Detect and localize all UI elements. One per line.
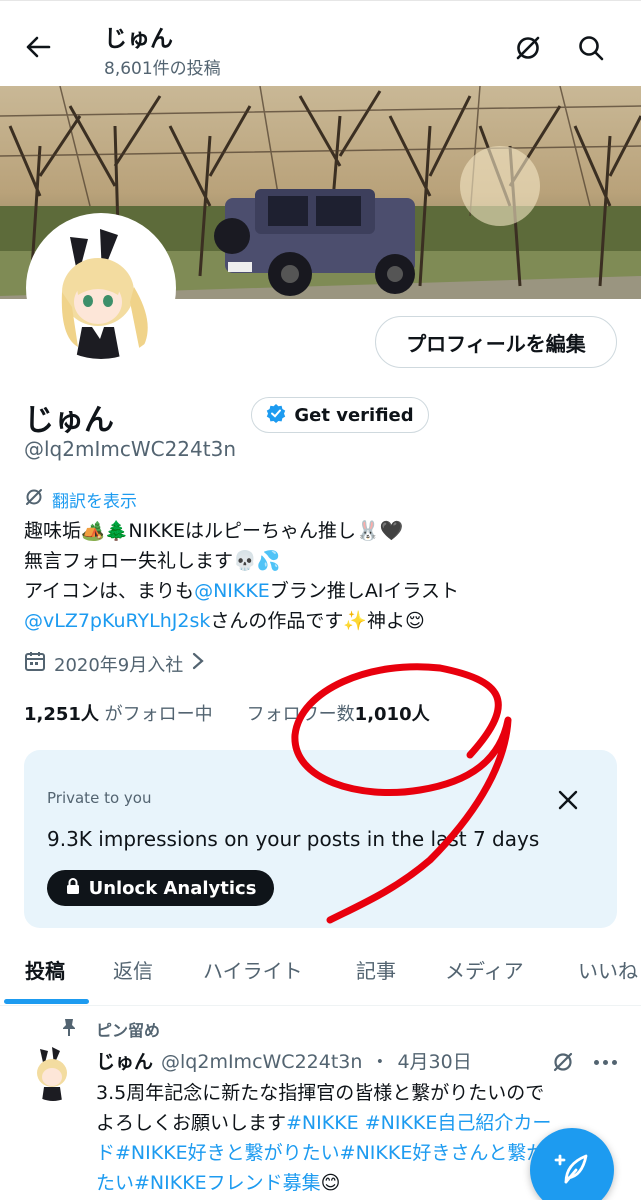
bio-line: アイコンは、まりも@NIKKEブラン推しAIイラスト [24, 576, 624, 606]
profile-handle: @lq2mImcWC224t3n [24, 437, 236, 461]
verified-badge-icon [266, 403, 286, 428]
profile-tabs: 投稿 返信 ハイライト 記事 メディア いいね [0, 940, 641, 1006]
profile-avatar[interactable] [26, 213, 176, 363]
bio-line: @vLZ7pKuRYLhJ2skさんの作品です✨神よ😌 [24, 606, 624, 636]
impressions-text: 9.3K impressions on your posts in the la… [47, 827, 540, 851]
display-name: じゅん [24, 403, 114, 438]
lock-icon [65, 877, 81, 900]
hashtag-link[interactable]: ド#NIKKE好きと繋がりたい#NIKKE好きさんと繋がり [96, 1142, 564, 1164]
compose-icon [552, 1148, 592, 1192]
tab-highlights[interactable]: ハイライト [203, 955, 303, 984]
bio-line: 趣味垢🏕️🌲NIKKEはルピーちゃん推し🐰🖤 [24, 520, 404, 542]
private-label: Private to you [47, 789, 152, 807]
post-count: 8,601件の投稿 [104, 59, 221, 79]
profile-bio: 趣味垢🏕️🌲NIKKEはルピーちゃん推し🐰🖤 無言フォロー失礼します💀💦 アイコ… [24, 516, 624, 636]
analytics-card: Private to you 9.3K impressions on your … [24, 750, 617, 928]
hashtag-link[interactable]: たい#NIKKEフレンド募集 [96, 1172, 321, 1194]
followers-link[interactable]: フォロワー数1,010人 [247, 700, 430, 726]
post-avatar[interactable] [24, 1043, 82, 1101]
bio-mention-link[interactable]: @vLZ7pKuRYLhJ2sk [24, 610, 210, 632]
post-line: 3.5周年記念に新たな指揮官の皆様と繋がりたいので [96, 1082, 545, 1104]
tab-posts[interactable]: 投稿 [25, 955, 65, 984]
post-separator: ・ [370, 1051, 390, 1073]
translate-bio-link[interactable]: 翻訳を表示 [24, 487, 137, 512]
tab-articles[interactable]: 記事 [356, 955, 396, 984]
joined-label: 2020年9月入社 [54, 654, 184, 676]
following-link[interactable]: 1,251人 がフォロー中 [24, 700, 213, 726]
follow-stats: 1,251人 がフォロー中 フォロワー数1,010人 [24, 700, 430, 726]
get-verified-button[interactable]: Get verified [251, 397, 429, 433]
chevron-right-icon [191, 651, 205, 676]
post-text-span: よろしくお願いします [96, 1112, 287, 1134]
hashtag-link[interactable]: #NIKKE #NIKKE自己紹介カー [286, 1112, 551, 1134]
following-count: 1,251人 [24, 704, 99, 725]
translate-icon[interactable] [548, 1047, 578, 1077]
more-icon[interactable] [590, 1049, 620, 1075]
followers-count: 1,010人 [354, 704, 430, 725]
get-verified-label: Get verified [294, 404, 414, 426]
unlock-label: Unlock Analytics [88, 877, 257, 899]
post-author-name[interactable]: じゅん [96, 1047, 153, 1074]
edit-profile-button[interactable]: プロフィールを編集 [375, 316, 617, 368]
post-line: よろしくお願いします#NIKKE #NIKKE自己紹介カー [96, 1108, 626, 1138]
translate-icon [24, 487, 44, 512]
active-tab-indicator [4, 999, 89, 1004]
following-label: がフォロー中 [104, 704, 213, 725]
bio-text: さんの作品です✨神よ😌 [210, 610, 425, 632]
followers-label: フォロワー数 [246, 704, 355, 725]
tab-media[interactable]: メディア [445, 955, 524, 984]
tab-replies[interactable]: 返信 [113, 955, 153, 984]
post-emoji: 😊 [320, 1172, 341, 1194]
pinned-label: ピン留め [96, 1021, 161, 1040]
close-icon[interactable] [554, 786, 582, 814]
translate-label: 翻訳を表示 [52, 492, 137, 512]
post-header: じゅん @lq2mImcWC224t3n ・ 4月30日 [96, 1047, 472, 1074]
search-icon[interactable] [574, 31, 608, 65]
header-title: じゅん [104, 26, 173, 52]
calendar-icon [24, 650, 46, 677]
joined-date[interactable]: 2020年9月入社 [24, 650, 205, 677]
bio-line: 無言フォロー失礼します💀💦 [24, 550, 281, 572]
back-arrow-icon[interactable] [22, 31, 54, 63]
bio-mention-link[interactable]: @NIKKE [194, 580, 270, 602]
unlock-analytics-button[interactable]: Unlock Analytics [47, 870, 274, 906]
pinned-indicator: ピン留め [60, 1017, 160, 1041]
top-bar: じゅん 8,601件の投稿 [0, 0, 641, 86]
post-author-handle[interactable]: @lq2mImcWC224t3n [161, 1051, 362, 1073]
bio-text: アイコンは、まりも [24, 580, 195, 602]
tab-likes[interactable]: いいね [578, 955, 638, 984]
post-date[interactable]: 4月30日 [397, 1047, 471, 1074]
pin-icon [60, 1017, 78, 1041]
bio-text: ブラン推しAIイラスト [269, 580, 460, 602]
translate-icon[interactable] [511, 31, 545, 65]
